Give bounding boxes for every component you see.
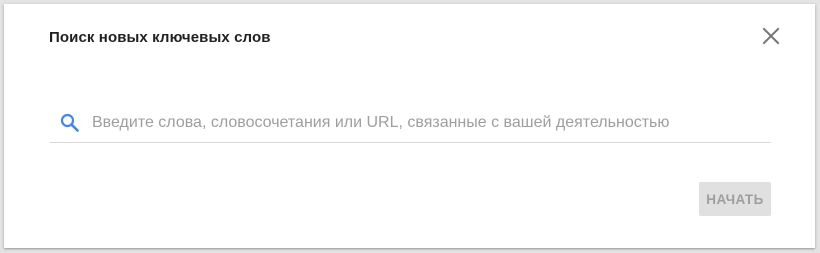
search-icon: [60, 113, 80, 133]
start-button[interactable]: НАЧАТЬ: [699, 182, 771, 216]
search-field: [50, 107, 771, 143]
dialog-title: Поиск новых ключевых слов: [49, 29, 271, 46]
close-button[interactable]: [759, 24, 783, 48]
search-input[interactable]: [92, 111, 762, 135]
keyword-search-dialog: Поиск новых ключевых слов НАЧАТЬ: [4, 4, 815, 248]
close-icon: [762, 27, 780, 45]
